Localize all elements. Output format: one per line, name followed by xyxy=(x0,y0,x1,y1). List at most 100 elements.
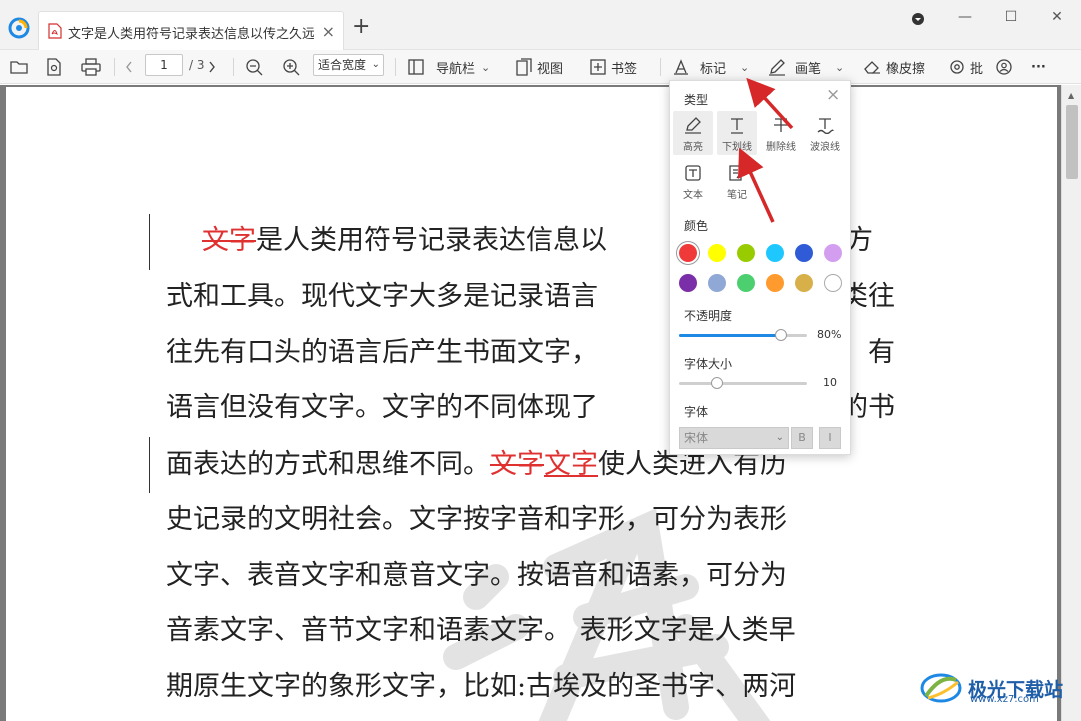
tab-close-icon[interactable]: × xyxy=(322,22,335,41)
strikethrough-tool[interactable]: 删除线 xyxy=(761,111,801,155)
zoom-out-icon xyxy=(246,59,263,76)
strikethrough-annotation[interactable]: 文字 xyxy=(490,449,544,480)
page-number-input[interactable]: 1 xyxy=(145,54,183,76)
text-box-icon xyxy=(685,165,701,181)
file-search-icon xyxy=(47,58,61,76)
font-family-select[interactable]: 宋体 ⌄ xyxy=(679,427,789,449)
font-size-slider[interactable] xyxy=(679,377,807,389)
new-tab-button[interactable]: + xyxy=(352,16,370,38)
title-bar: 文字是人类用符号记录表达信息以传之久远... × + — ☐ ✕ xyxy=(0,0,1081,50)
printer-icon xyxy=(81,58,101,76)
italic-button[interactable]: I xyxy=(819,427,841,449)
navigation-pane-button[interactable]: 导航栏 ⌄ xyxy=(408,55,490,79)
page-total-label: / 3 xyxy=(189,58,205,72)
change-margin-marker xyxy=(149,214,150,270)
mark-dropdown-chevron-icon[interactable]: ⌄ xyxy=(740,61,749,74)
next-page-button[interactable] xyxy=(207,55,217,79)
color-swatch[interactable] xyxy=(708,244,726,262)
font-size-value: 10 xyxy=(823,376,837,389)
color-section-title: 颜色 xyxy=(684,219,709,233)
chevron-down-icon[interactable]: ⌄ xyxy=(835,61,844,74)
color-swatch[interactable] xyxy=(795,274,813,292)
font-section-title: 字体 xyxy=(684,405,709,419)
eraser-tool-button[interactable]: 橡皮擦 xyxy=(863,55,925,79)
sidebar-icon xyxy=(408,59,424,75)
color-swatch[interactable] xyxy=(795,244,813,262)
note-icon xyxy=(729,165,745,181)
main-toolbar: 1 / 3 适合宽度 ⌄ 导航栏 ⌄ 视图 书签 标记 ⌄ 画笔 ⌄ 橡皮擦 批… xyxy=(0,50,1081,84)
document-tab-title: 文字是人类用符号记录表达信息以传之久远... xyxy=(68,27,314,42)
scrollbar-thumb[interactable] xyxy=(1066,105,1078,179)
highlight-tool[interactable]: 高亮 xyxy=(673,111,713,155)
paragraph-line: 语言但没有文字。文字的不同体现了 xyxy=(166,392,598,423)
zoom-mode-value: 适合宽度 xyxy=(318,58,367,72)
font-size-section-title: 字体大小 xyxy=(684,357,733,371)
chevron-left-icon xyxy=(126,61,132,73)
underline-tool[interactable]: 下划线 xyxy=(717,111,757,155)
user-account-button[interactable] xyxy=(996,55,1012,79)
color-swatch[interactable] xyxy=(737,274,755,292)
chevron-right-icon xyxy=(209,61,215,73)
view-button[interactable]: 视图 xyxy=(516,55,563,79)
account-dropdown-icon[interactable] xyxy=(901,10,935,28)
text-box-tool[interactable]: 文本 xyxy=(673,159,713,203)
underline-tool-label: 下划线 xyxy=(722,142,752,153)
toolbar-divider xyxy=(395,58,396,76)
wavy-line-icon xyxy=(817,118,834,134)
chevron-down-icon: ⌄ xyxy=(371,59,380,70)
minimize-button[interactable]: — xyxy=(948,5,982,29)
color-swatch[interactable] xyxy=(766,274,784,292)
bookmark-button[interactable]: 书签 xyxy=(590,55,637,79)
color-swatch[interactable] xyxy=(679,274,697,292)
paragraph-line: 文字是人类用符号记录表达信息以 xyxy=(202,225,607,257)
font-family-value: 宋体 xyxy=(684,431,709,445)
color-swatch[interactable] xyxy=(766,244,784,262)
underline-annotation[interactable]: 文字 xyxy=(544,449,598,480)
navigation-pane-label: 导航栏 xyxy=(436,61,476,77)
previous-page-button[interactable] xyxy=(124,55,134,79)
annotate-button[interactable]: 批 xyxy=(949,55,983,79)
zoom-in-button[interactable] xyxy=(282,55,300,79)
pdf-page: 文字是人类用符号记录表达信息以 方 式和工具。现代文字大多是记录语言 类往 往先… xyxy=(6,87,1057,721)
file-properties-button[interactable] xyxy=(46,55,62,79)
color-swatch[interactable] xyxy=(824,244,842,262)
more-options-button[interactable]: ··· xyxy=(1031,55,1046,79)
close-window-button[interactable]: ✕ xyxy=(1040,5,1074,29)
maximize-button[interactable]: ☐ xyxy=(994,5,1028,29)
user-icon xyxy=(996,59,1012,75)
zoom-in-icon xyxy=(283,59,300,76)
toolbar-divider xyxy=(660,58,661,76)
opacity-slider[interactable] xyxy=(679,329,807,341)
mark-tool-button[interactable]: 标记 ⌄ xyxy=(673,55,749,79)
document-viewport: 文字是人类用符号记录表达信息以 方 式和工具。现代文字大多是记录语言 类往 往先… xyxy=(0,85,1081,721)
bookmark-icon xyxy=(590,59,606,75)
color-swatch[interactable] xyxy=(708,274,726,292)
vertical-scrollbar[interactable]: ▲ xyxy=(1061,85,1081,721)
document-tab[interactable]: 文字是人类用符号记录表达信息以传之久远... × xyxy=(38,11,344,50)
opacity-slider-fill xyxy=(679,334,782,337)
strikethrough-annotation[interactable]: 文字 xyxy=(202,225,256,256)
color-swatch[interactable] xyxy=(824,274,842,292)
type-section-title: 类型 xyxy=(684,93,709,107)
note-tool[interactable]: 笔记 xyxy=(717,159,757,203)
zoom-mode-select[interactable]: 适合宽度 ⌄ xyxy=(313,54,384,76)
font-size-slider-knob[interactable] xyxy=(711,377,724,389)
open-folder-button[interactable] xyxy=(10,55,28,79)
paragraph-line-tail: 有 xyxy=(868,337,895,368)
pen-tool-button[interactable]: 画笔 ⌄ xyxy=(768,55,844,79)
app-logo-icon[interactable] xyxy=(8,17,30,39)
paragraph-line: 音素文字、音节文字和语素文字。 表形文字是人类早 xyxy=(166,615,796,646)
opacity-slider-knob[interactable] xyxy=(775,329,788,341)
panel-close-icon[interactable]: × xyxy=(826,87,840,104)
color-swatch[interactable] xyxy=(737,244,755,262)
bold-button[interactable]: B xyxy=(791,427,813,449)
text-box-tool-label: 文本 xyxy=(683,190,703,201)
color-swatch[interactable] xyxy=(679,244,697,262)
site-watermark-logo: 极光下载站 www.xz7.com xyxy=(920,668,1063,708)
scroll-up-arrow-icon[interactable]: ▲ xyxy=(1068,91,1074,100)
highlight-tool-label: 高亮 xyxy=(683,142,703,153)
mark-tool-label: 标记 xyxy=(700,61,727,77)
zoom-out-button[interactable] xyxy=(245,55,263,79)
wavy-line-tool[interactable]: 波浪线 xyxy=(805,111,845,155)
print-button[interactable] xyxy=(81,55,101,79)
